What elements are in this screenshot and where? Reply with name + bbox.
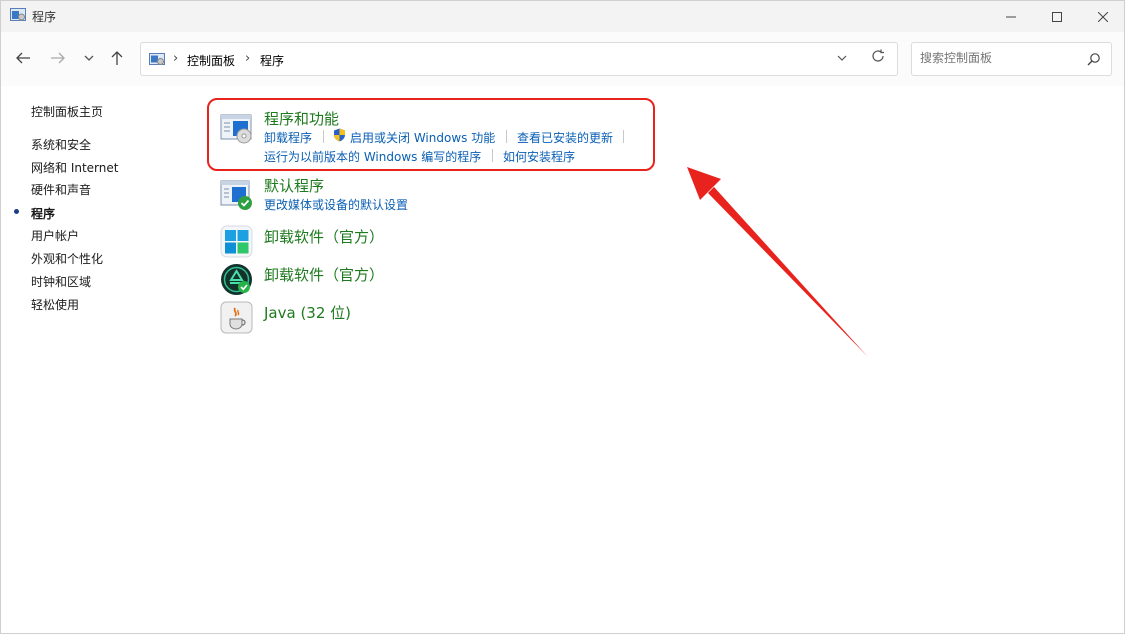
java-icon[interactable] bbox=[220, 301, 253, 334]
sidebar-item-hardware-sound[interactable]: 硬件和声音 bbox=[31, 181, 91, 198]
sidebar-item-home[interactable]: 控制面板主页 bbox=[31, 103, 103, 120]
default-programs-icon[interactable] bbox=[220, 178, 253, 211]
active-indicator-icon bbox=[14, 209, 19, 214]
sidebar-item-clock-region[interactable]: 时钟和区域 bbox=[31, 273, 91, 290]
refresh-button[interactable] bbox=[871, 49, 885, 67]
category-title-uninstall-official-1[interactable]: 卸载软件（官方） bbox=[264, 226, 384, 247]
address-dropdown-button[interactable] bbox=[837, 51, 847, 65]
maximize-button[interactable] bbox=[1034, 1, 1080, 32]
search-box[interactable] bbox=[911, 42, 1112, 76]
breadcrumb-control-panel[interactable]: 控制面板 bbox=[187, 52, 235, 69]
sidebar-item-ease-of-access[interactable]: 轻松使用 bbox=[31, 296, 79, 313]
annotation-arrow-icon bbox=[687, 167, 868, 357]
sidebar-item-programs[interactable]: 程序 bbox=[31, 205, 55, 222]
sidebar-item-appearance[interactable]: 外观和个性化 bbox=[31, 250, 103, 267]
forward-button[interactable] bbox=[46, 46, 70, 70]
chevron-down-icon bbox=[837, 55, 847, 61]
navigation-bar: › 控制面板 › 程序 bbox=[1, 32, 1124, 86]
category-title-uninstall-official-2[interactable]: 卸载软件（官方） bbox=[264, 264, 384, 285]
sidebar-item-network[interactable]: 网络和 Internet bbox=[31, 159, 118, 176]
title-bar: 程序 bbox=[1, 1, 1124, 32]
breadcrumb-programs[interactable]: 程序 bbox=[260, 52, 284, 69]
control-panel-window: 程序 › 控制面板 › 程序 搜索控制面板 控制面板主页 系统和安全 网络和 I… bbox=[0, 0, 1125, 634]
recent-locations-button[interactable] bbox=[77, 46, 101, 70]
up-arrow-icon bbox=[111, 51, 123, 65]
close-icon bbox=[1098, 11, 1108, 22]
minimize-button[interactable] bbox=[988, 1, 1034, 32]
forward-arrow-icon bbox=[51, 52, 65, 64]
search-input[interactable] bbox=[920, 51, 1080, 65]
close-button[interactable] bbox=[1080, 1, 1125, 32]
annotation-highlight-box bbox=[207, 98, 655, 171]
category-title-java[interactable]: Java (32 位) bbox=[264, 302, 351, 323]
back-arrow-icon bbox=[16, 52, 30, 64]
refresh-icon bbox=[872, 49, 884, 62]
address-bar[interactable]: › 控制面板 › 程序 bbox=[140, 42, 898, 76]
link-default-settings[interactable]: 更改媒体或设备的默认设置 bbox=[264, 196, 408, 213]
breadcrumb-separator-icon: › bbox=[245, 51, 251, 66]
control-panel-icon bbox=[10, 8, 26, 21]
control-panel-icon bbox=[149, 53, 165, 65]
up-button[interactable] bbox=[105, 46, 129, 70]
category-title-default-programs[interactable]: 默认程序 bbox=[264, 175, 324, 196]
sidebar-item-system-security[interactable]: 系统和安全 bbox=[31, 136, 91, 153]
search-icon[interactable] bbox=[1087, 52, 1101, 66]
window-title: 程序 bbox=[32, 10, 57, 24]
breadcrumb-separator-icon: › bbox=[173, 51, 179, 66]
back-button[interactable] bbox=[11, 46, 35, 70]
recycle-icon[interactable] bbox=[220, 263, 253, 296]
windows-logo-icon[interactable] bbox=[220, 225, 253, 258]
chevron-down-icon bbox=[84, 55, 94, 61]
maximize-icon bbox=[1052, 11, 1062, 22]
sidebar-item-user-accounts[interactable]: 用户帐户 bbox=[31, 227, 79, 244]
minimize-icon bbox=[1006, 16, 1016, 17]
